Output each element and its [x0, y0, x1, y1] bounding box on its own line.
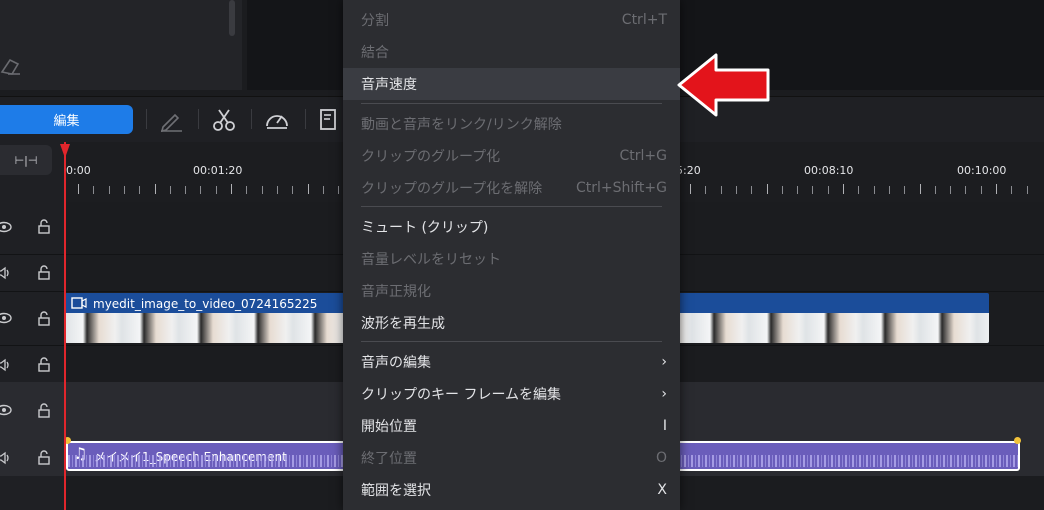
- ruler-tick: [307, 184, 309, 194]
- playhead-line[interactable]: [64, 142, 66, 510]
- video-camera-icon: [71, 297, 87, 309]
- ruler-label: 00:08:10: [804, 164, 854, 177]
- ruler-tick: [720, 186, 722, 194]
- preview-panel-left: [0, 0, 242, 90]
- speaker-icon[interactable]: [0, 357, 12, 373]
- ruler-tick: [246, 186, 248, 194]
- clip-end-handle[interactable]: [1014, 437, 1021, 444]
- menu-item-edit-keyframes[interactable]: クリップのキー フレームを編集 ›: [343, 378, 680, 410]
- ruler-tick: [123, 186, 125, 194]
- menu-item-mark-out[interactable]: 終了位置 O: [343, 442, 680, 474]
- menu-item-normalize-audio[interactable]: 音声正規化: [343, 275, 680, 307]
- chevron-right-icon: ›: [661, 354, 667, 370]
- ruler-label: 00:10:00: [957, 164, 1007, 177]
- ruler-tick: [735, 186, 737, 194]
- menu-item-select-range[interactable]: 範囲を選択 X: [343, 474, 680, 506]
- ruler-tick: [934, 186, 936, 194]
- menu-item-link-unlink[interactable]: 動画と音声をリンク/リンク解除: [343, 108, 680, 140]
- ruler-tick: [261, 186, 263, 194]
- unlock-icon[interactable]: [36, 356, 52, 372]
- ruler-tick: [154, 184, 156, 194]
- ruler-tick: [1026, 186, 1028, 194]
- menu-item-group[interactable]: クリップのグループ化 Ctrl+G: [343, 140, 680, 172]
- ruler-tick: [950, 186, 952, 194]
- unlock-icon[interactable]: [36, 218, 52, 234]
- ruler-tick: [215, 186, 217, 194]
- menu-separator: [361, 103, 662, 104]
- scissors-icon[interactable]: [211, 107, 237, 133]
- ruler-tick: [139, 186, 141, 194]
- ruler-tick: [996, 184, 997, 194]
- ruler-tick: [322, 186, 324, 194]
- ruler-tick: [751, 186, 753, 194]
- menu-item-merge[interactable]: 結合: [343, 36, 680, 68]
- ruler-tick: [888, 186, 890, 194]
- preview-scrollbar[interactable]: [229, 0, 235, 36]
- playhead-handle[interactable]: [60, 144, 70, 158]
- ruler-tick: [200, 186, 202, 194]
- unlock-icon[interactable]: [36, 402, 52, 418]
- ruler-tick: [980, 186, 982, 194]
- ruler-tick: [338, 186, 340, 194]
- menu-item-mute-clip[interactable]: ミュート (クリップ): [343, 211, 680, 243]
- fit-width-icon: ⊢|⊣: [14, 153, 38, 167]
- ruler-tick: [904, 186, 906, 194]
- ruler-tick: [292, 186, 294, 194]
- ruler-label-zero: 0:00: [66, 164, 91, 177]
- ruler-tick: [812, 186, 814, 194]
- fit-timeline-button[interactable]: ⊢|⊣: [0, 145, 52, 175]
- unlock-icon[interactable]: [36, 310, 52, 326]
- ruler-tick: [169, 186, 171, 194]
- unlock-icon[interactable]: [36, 264, 52, 280]
- ruler-tick: [231, 184, 232, 194]
- ruler-tick: [185, 186, 187, 194]
- menu-item-audio-speed[interactable]: 音声速度: [343, 68, 680, 100]
- menu-item-regenerate-waveform[interactable]: 波形を再生成: [343, 307, 680, 339]
- ruler-label: 00:01:20: [193, 164, 243, 177]
- red-arrow-icon: [677, 53, 770, 117]
- speaker-icon[interactable]: [0, 450, 12, 466]
- eye-icon[interactable]: [0, 402, 12, 418]
- ruler-tick: [858, 186, 860, 194]
- toolbar-divider: [251, 109, 252, 129]
- ruler-tick: [1011, 186, 1013, 194]
- ruler-tick: [705, 186, 707, 194]
- edit-document-icon[interactable]: [318, 107, 344, 133]
- ruler-tick: [797, 186, 799, 194]
- eye-icon[interactable]: [0, 310, 12, 326]
- ruler-tick: [690, 184, 691, 194]
- menu-item-ungroup[interactable]: クリップのグループ化を解除 Ctrl+Shift+G: [343, 172, 680, 204]
- ruler-tick: [873, 186, 875, 194]
- tag-icon: [0, 58, 20, 75]
- ruler-tick: [843, 184, 844, 194]
- speed-gauge-icon[interactable]: [264, 107, 290, 133]
- menu-separator: [361, 341, 662, 342]
- ruler-tick: [78, 184, 79, 194]
- toolbar-divider: [198, 109, 199, 129]
- ruler-tick: [766, 184, 768, 194]
- ruler-tick: [108, 186, 110, 194]
- ruler-tick: [93, 186, 95, 194]
- toolbar-divider: [305, 109, 306, 129]
- eye-icon[interactable]: [0, 219, 12, 235]
- unlock-icon[interactable]: [36, 449, 52, 465]
- chevron-right-icon: ›: [661, 386, 667, 402]
- ruler-tick: [781, 186, 783, 194]
- menu-item-reset-volume[interactable]: 音量レベルをリセット: [343, 243, 680, 275]
- toolbar-divider: [146, 109, 147, 129]
- ruler-tick: [827, 186, 829, 194]
- ruler-tick: [276, 186, 278, 194]
- speaker-icon[interactable]: [0, 265, 12, 281]
- edit-tab[interactable]: 編集: [0, 105, 133, 134]
- pen-icon[interactable]: [158, 107, 184, 133]
- menu-separator: [361, 206, 662, 207]
- menu-item-split[interactable]: 分割 Ctrl+T: [343, 4, 680, 36]
- video-clip-title: myedit_image_to_video_0724165225: [93, 297, 318, 311]
- context-menu: 分割 Ctrl+T 結合 音声速度 動画と音声をリンク/リンク解除 クリップのグル…: [343, 0, 680, 510]
- ruler-tick: [919, 184, 921, 194]
- ruler-tick: [965, 186, 967, 194]
- menu-item-mark-in[interactable]: 開始位置 I: [343, 410, 680, 442]
- menu-item-edit-audio[interactable]: 音声の編集 ›: [343, 346, 680, 378]
